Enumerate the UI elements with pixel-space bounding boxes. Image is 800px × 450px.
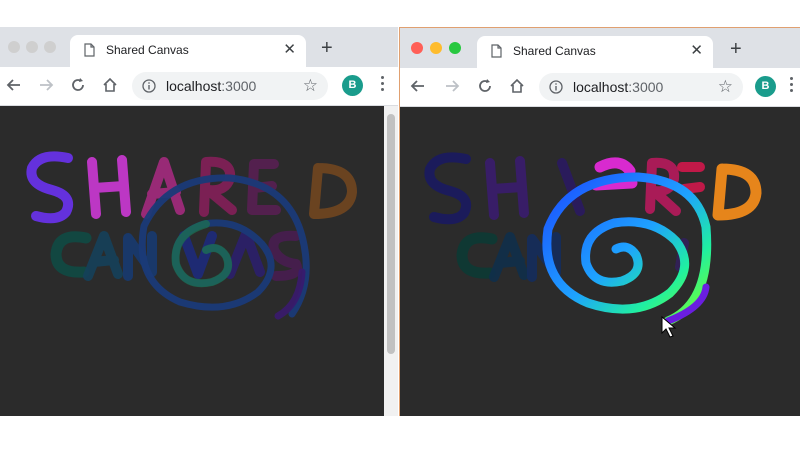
stroke-letter-r: [199, 156, 237, 217]
close-window-button[interactable]: [411, 42, 423, 54]
back-icon[interactable]: [4, 75, 24, 95]
stroke-letter-a2: [83, 231, 123, 281]
tab-strip: Shared Canvas ✕ +: [400, 28, 800, 68]
avatar[interactable]: B: [755, 76, 776, 97]
url-port: :3000: [628, 79, 664, 95]
maximize-window-button[interactable]: [44, 41, 56, 53]
star-icon[interactable]: ☆: [718, 77, 733, 97]
drawing-canvas[interactable]: [0, 106, 398, 416]
stroke-letter-a2: [489, 232, 529, 282]
browser-window-right: Shared Canvas ✕ + localhost:3000 ☆ B: [399, 27, 800, 416]
info-icon[interactable]: [549, 80, 563, 94]
maximize-window-button[interactable]: [449, 42, 461, 54]
url-text: localhost:3000: [166, 78, 256, 94]
page-icon: [491, 44, 502, 58]
stroke-spiral: [542, 172, 712, 326]
minimize-window-button[interactable]: [26, 41, 38, 53]
plus-icon[interactable]: +: [321, 38, 333, 58]
home-icon[interactable]: [100, 75, 120, 95]
kebab-icon[interactable]: [790, 77, 794, 95]
browser-window-left: Shared Canvas ✕ + localhost:3000 ☆ B: [0, 27, 398, 416]
stroke-letter-h: [485, 156, 529, 220]
stroke-letter-s: [424, 152, 472, 225]
canvas-drawing: [26, 151, 357, 320]
tab-strip: Shared Canvas ✕ +: [0, 27, 398, 67]
close-icon[interactable]: ✕: [283, 41, 296, 59]
stroke-letter-s: [26, 151, 74, 224]
address-bar[interactable]: localhost:3000 ☆: [132, 72, 328, 100]
reload-icon[interactable]: [475, 76, 495, 96]
drawing-canvas[interactable]: [400, 107, 800, 416]
url-host: localhost: [166, 78, 222, 94]
avatar[interactable]: B: [342, 75, 363, 96]
browser-toolbar: localhost:3000 ☆ B: [400, 68, 800, 107]
star-icon[interactable]: ☆: [303, 76, 318, 96]
url-port: :3000: [221, 78, 257, 94]
kebab-icon[interactable]: [381, 76, 385, 94]
tab-shared-canvas[interactable]: Shared Canvas ✕: [477, 36, 713, 68]
info-icon[interactable]: [142, 79, 156, 93]
home-icon[interactable]: [507, 76, 527, 96]
forward-icon[interactable]: [442, 76, 462, 96]
stroke-letter-c: [456, 232, 498, 279]
url-text: localhost:3000: [573, 79, 663, 95]
minimize-window-button[interactable]: [430, 42, 442, 54]
stroke-letter-s2: [268, 230, 302, 281]
address-bar[interactable]: localhost:3000 ☆: [539, 73, 743, 101]
plus-icon[interactable]: +: [730, 39, 742, 59]
canvas-drawing: [424, 152, 762, 338]
tab-shared-canvas[interactable]: Shared Canvas ✕: [70, 35, 306, 67]
stroke-letter-h: [87, 155, 131, 219]
back-icon[interactable]: [408, 76, 428, 96]
close-icon[interactable]: ✕: [690, 42, 703, 60]
close-window-button[interactable]: [8, 41, 20, 53]
scrollbar-thumb[interactable]: [387, 114, 395, 354]
scrollbar[interactable]: [384, 106, 398, 416]
stroke-letter-e: [677, 162, 705, 194]
url-host: localhost: [573, 79, 629, 95]
stroke-letter-d: [309, 163, 357, 219]
stroke-letter-c: [50, 231, 92, 278]
forward-icon[interactable]: [36, 75, 56, 95]
page-icon: [84, 43, 95, 57]
tab-title: Shared Canvas: [513, 44, 596, 58]
reload-icon[interactable]: [68, 75, 88, 95]
stroke-letter-d: [712, 163, 762, 221]
browser-toolbar: localhost:3000 ☆ B: [0, 67, 398, 106]
tab-title: Shared Canvas: [106, 43, 189, 57]
stroke-letter-v: [179, 231, 217, 279]
